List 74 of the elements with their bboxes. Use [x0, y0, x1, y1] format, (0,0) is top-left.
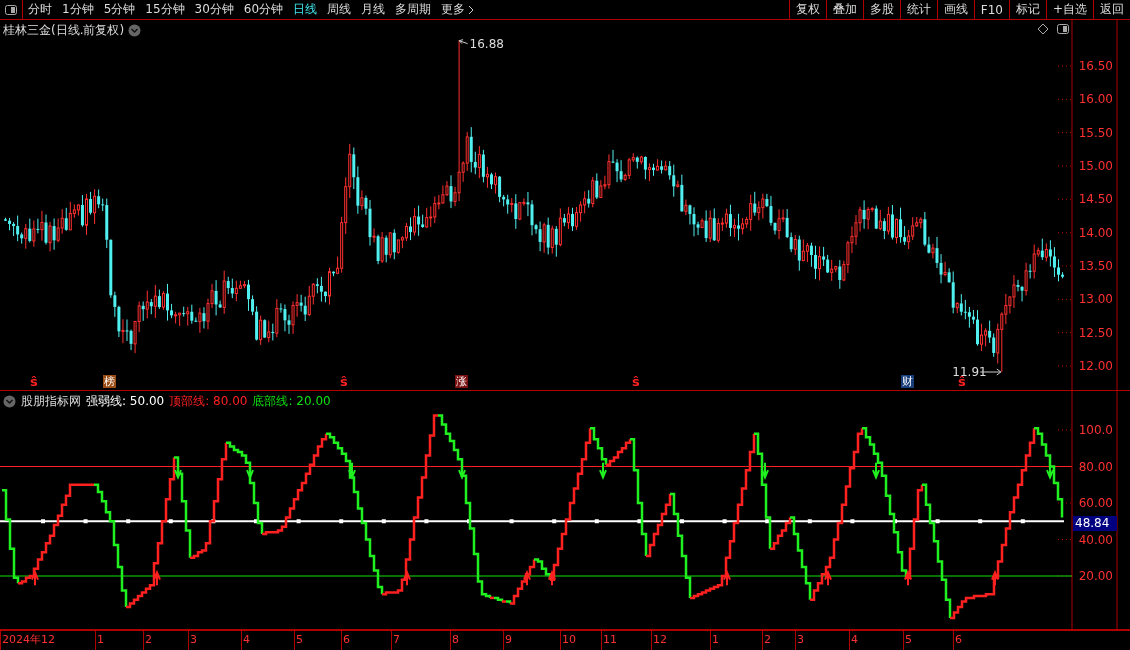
signal-marker[interactable]: ŝ [30, 374, 38, 389]
axis-label: 40.00 [1078, 532, 1113, 547]
panel-icon[interactable] [1057, 24, 1069, 34]
chevron-right-icon [468, 4, 475, 15]
current-value-badge: 48.84 [1073, 516, 1117, 532]
toolbar-button[interactable]: 复权 [788, 0, 826, 19]
period-tab[interactable]: 15分钟 [140, 0, 190, 19]
event-tag[interactable]: 涨 [455, 375, 468, 388]
toolbar-button[interactable]: 叠加 [825, 0, 863, 19]
event-tag[interactable]: 财 [901, 375, 914, 388]
axis-label: 12.00 [1078, 359, 1113, 373]
axis-label: 16.50 [1078, 59, 1113, 73]
period-tab[interactable]: 30分钟 [189, 0, 239, 19]
indicator-value: 底部线: 20.00 [252, 393, 331, 410]
period-tab[interactable]: 月线 [356, 0, 391, 19]
axis-label: 12.50 [1078, 325, 1113, 340]
date-label: 4 [243, 633, 250, 646]
date-label: 3 [797, 633, 804, 646]
axis-label: 15.50 [1078, 125, 1113, 140]
period-tab[interactable]: 1分钟 [57, 0, 99, 19]
date-label: 3 [190, 633, 197, 646]
axis-label: 60.00 [1078, 496, 1113, 510]
axis-label: 13.00 [1078, 292, 1113, 307]
period-tab[interactable]: 日线 [288, 0, 323, 19]
date-label: 11 [603, 633, 617, 646]
date-label: 6 [343, 633, 350, 646]
toolbar-button[interactable]: 标记 [1008, 0, 1046, 19]
more-button[interactable]: 更多 [436, 0, 480, 19]
leader-line [458, 39, 469, 45]
date-label: 12 [653, 633, 667, 646]
indicator-value: 顶部线: 80.00 [169, 393, 248, 410]
high-price-label: 16.88 [469, 36, 504, 51]
event-tag[interactable]: 榜 [103, 375, 116, 388]
date-label: 2024年12 [2, 633, 55, 646]
indicator-name: 股朋指标网 [21, 393, 81, 410]
axis-label: 100.0 [1078, 423, 1113, 437]
toolbar-button[interactable]: 画线 [936, 0, 974, 19]
date-label: 2 [764, 633, 771, 646]
date-label: 6 [955, 633, 962, 646]
date-label: 1 [712, 633, 719, 646]
date-label: 7 [393, 633, 400, 646]
axis-label: 14.50 [1078, 192, 1113, 207]
period-tab[interactable]: 5分钟 [98, 0, 141, 19]
period-tab[interactable]: 周线 [322, 0, 357, 19]
period-tab[interactable]: 多周期 [390, 0, 437, 19]
toolbar-button[interactable]: 返回 [1093, 0, 1130, 19]
toolbar-button[interactable]: 多股 [862, 0, 900, 19]
date-label: 9 [505, 633, 512, 646]
date-label: 5 [296, 633, 303, 646]
diamond-icon[interactable] [1037, 23, 1049, 35]
period-tab[interactable]: 60分钟 [238, 0, 289, 19]
axis-label: 14.00 [1078, 225, 1113, 240]
stock-title: 桂林三金(日线.前复权) [3, 22, 125, 39]
axis-label: 20.00 [1078, 569, 1113, 583]
toolbar-button[interactable]: +自选 [1045, 0, 1093, 19]
panel-icon [5, 4, 17, 15]
axis-label: 15.00 [1078, 159, 1113, 173]
date-label: 5 [905, 633, 912, 646]
indicator-value: 强弱线: 50.00 [86, 393, 165, 410]
dropdown-icon[interactable] [3, 395, 16, 408]
date-label: 1 [97, 633, 104, 646]
date-label: 4 [851, 633, 858, 646]
axis-label: 16.00 [1078, 92, 1113, 107]
axis-label: 80.00 [1078, 459, 1113, 474]
date-label: 10 [562, 633, 576, 646]
period-tab[interactable]: 分时 [23, 0, 57, 19]
date-label: 2 [145, 633, 152, 646]
dropdown-icon[interactable] [128, 24, 142, 37]
toolbar-button[interactable]: 统计 [899, 0, 937, 19]
axis-label: 13.50 [1078, 259, 1113, 273]
signal-marker[interactable]: ŝ [632, 374, 640, 389]
toolbar-button[interactable]: F10 [973, 0, 1009, 19]
signal-marker[interactable]: ŝ [340, 374, 348, 389]
date-label: 8 [452, 633, 459, 646]
